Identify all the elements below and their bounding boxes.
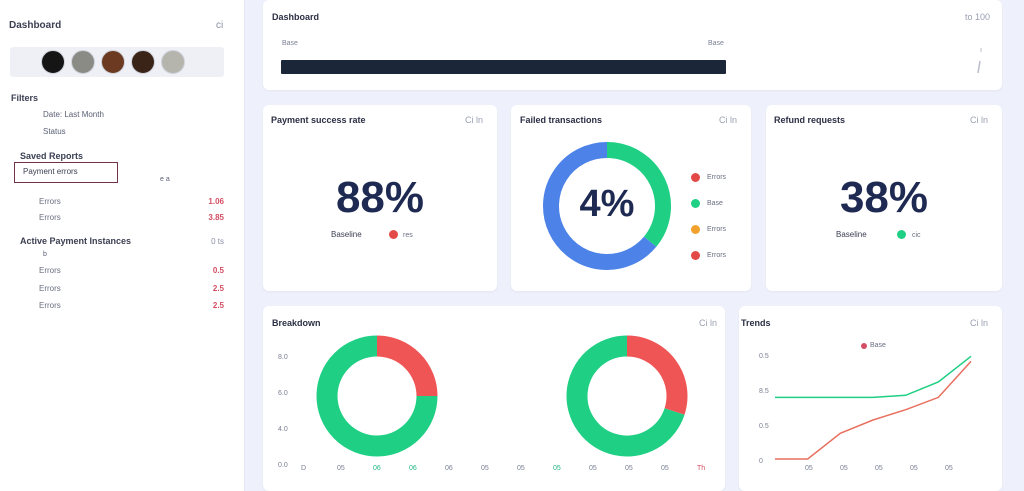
stat-card-title: Failed transactions (520, 115, 603, 125)
x-tick-label: 05 (910, 465, 918, 472)
y-tick-label: 8.5 (759, 388, 769, 395)
avatar-strip (10, 47, 224, 77)
x-tick-label: 06 (373, 465, 381, 472)
y-tick-label: 0.5 (759, 423, 769, 430)
x-tick-label: D (301, 465, 307, 472)
selected-report-item[interactable]: Payment errors (14, 162, 118, 183)
stat-card-title: Refund requests (774, 115, 846, 125)
sidebar-row-value: 2.5 (212, 301, 224, 310)
sidebar-row-value: 2.5 (212, 284, 224, 293)
saved-reports-heading: Saved Reports (20, 151, 84, 161)
filter-status[interactable]: Status (43, 127, 66, 136)
legend-dot (691, 199, 700, 208)
progress-start-label: Base (282, 40, 298, 47)
avatar-3[interactable] (101, 50, 125, 74)
legend-label: Errors (707, 252, 727, 259)
legend-dot (389, 230, 398, 239)
avatar-2[interactable] (71, 50, 95, 74)
x-tick-label: 05 (337, 465, 345, 472)
sidebar-row-value: 1.06 (208, 197, 224, 206)
donut-chart (566, 335, 688, 457)
filters-heading: Filters (11, 93, 39, 103)
donut-segment-red (626, 335, 688, 415)
stat-card-value: 38% (839, 173, 929, 222)
legend-dot (691, 173, 700, 182)
x-tick-label: 05 (661, 465, 669, 472)
x-tick-label: 05 (625, 465, 633, 472)
selected-report-meta: e a (160, 176, 170, 183)
selected-report-label: Payment errors (23, 167, 78, 176)
stat-card-refund-requests: Refund requests Ci ln 38% Baseline cic (766, 105, 1002, 291)
sidebar-title: Dashboard (9, 20, 62, 31)
sidebar-row-label[interactable]: Errors (39, 197, 61, 206)
stat-card-meta: Ci ln (464, 115, 483, 125)
legend-label: Base (707, 200, 723, 207)
stat-card-legend-label: Baseline (836, 230, 867, 239)
sidebar-row-label[interactable]: Errors (39, 266, 61, 275)
sidebar-row-value: 3.85 (208, 213, 224, 222)
x-tick-label: 05 (517, 465, 525, 472)
x-tick-label: 06 (409, 465, 417, 472)
progress-end-label: Base (708, 40, 724, 47)
avatar-4[interactable] (131, 50, 155, 74)
breakdown-card-title: Breakdown (272, 318, 321, 328)
y-tick-label: 4.0 (278, 426, 288, 433)
progress-card: Dashboard to 100 Base Base (263, 0, 1002, 90)
y-tick-label: 6.0 (278, 390, 288, 397)
progress-bar-fill (281, 60, 726, 74)
x-tick-label: 05 (805, 465, 813, 472)
stat-card-failed-transactions: Failed transactions Ci ln 4% Errors Base E… (511, 105, 751, 291)
active-instances-heading: Active Payment Instances (20, 236, 132, 246)
breakdown-card-meta: Ci ln (698, 318, 717, 328)
legend-label: Errors (707, 174, 727, 181)
x-tick-label: 05 (481, 465, 489, 472)
avatar-1[interactable] (41, 50, 65, 74)
stat-card-meta: Ci ln (718, 115, 737, 125)
x-tick-label: 05 (589, 465, 597, 472)
legend-label: Errors (707, 226, 727, 233)
stat-card-title: Payment success rate (271, 115, 366, 125)
stat-card-meta: Ci ln (969, 115, 988, 125)
stat-card-success-rate: Payment success rate Ci ln 88% Baseline … (263, 105, 497, 291)
stat-card-value: 4% (579, 183, 635, 225)
scroll-handle-icon[interactable] (975, 46, 985, 76)
breakdown-card: Breakdown Ci ln 8.0 6.0 4.0 0.0 D 05 06 06 06 05 0… (263, 306, 725, 491)
sidebar: Dashboard ci Filters Date: Last Month St… (0, 0, 245, 491)
legend-dot (691, 225, 700, 234)
x-tick-label: 06 (445, 465, 453, 472)
stat-card-legend-text: cic (912, 232, 921, 239)
active-instances-meta: 0 ts (211, 237, 224, 246)
avatar-5[interactable] (161, 50, 185, 74)
x-tick-label: 05 (945, 465, 953, 472)
progress-card-meta: to 100 (964, 12, 990, 22)
legend-dot (691, 251, 700, 260)
sidebar-row-value: 0.5 (212, 266, 224, 275)
progress-bar (281, 60, 726, 74)
stat-card-value: 88% (335, 173, 425, 222)
y-tick-label: 0.0 (278, 462, 288, 469)
active-instances-sub: b (43, 251, 47, 258)
sidebar-row-label[interactable]: Errors (39, 284, 61, 293)
stat-card-legend-text: res (403, 232, 413, 239)
x-tick-label: Th (697, 465, 706, 472)
stat-card-legend-label: Baseline (331, 230, 362, 239)
filter-date[interactable]: Date: Last Month (43, 110, 104, 119)
trend-card: Trends Ci ln Base 0.5 8.5 0.5 0 05 05 05 05 05 (739, 306, 1002, 491)
y-tick-label: 8.0 (278, 354, 288, 361)
series-line-0 (775, 355, 972, 399)
sidebar-row-label[interactable]: Errors (39, 301, 61, 310)
settings-icon[interactable]: ci (216, 20, 223, 31)
donut-chart (316, 335, 438, 457)
y-tick-label: 0.5 (759, 353, 769, 360)
progress-card-title: Dashboard (272, 12, 320, 22)
x-tick-label: 05 (840, 465, 848, 472)
x-tick-label: 05 (875, 465, 883, 472)
series-line-1 (775, 360, 972, 460)
line-chart (775, 355, 972, 460)
donut-segment-red (376, 335, 438, 397)
legend-dot (897, 230, 906, 239)
x-tick-label: 05 (553, 465, 561, 472)
y-tick-label: 0 (759, 458, 763, 465)
sidebar-row-label[interactable]: Errors (39, 213, 61, 222)
